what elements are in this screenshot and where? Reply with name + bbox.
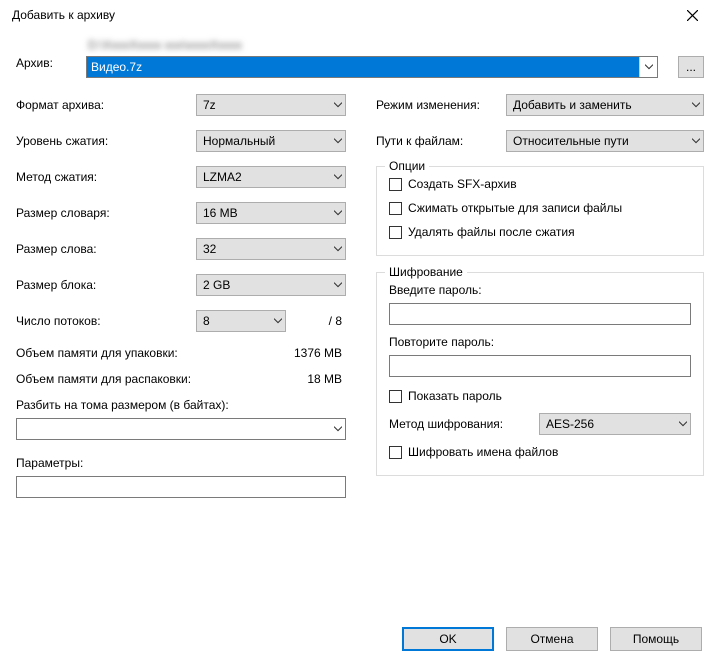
chevron-down-icon <box>692 102 700 108</box>
chevron-down-icon <box>334 282 342 288</box>
level-dropdown[interactable]: Нормальный <box>196 130 346 152</box>
chevron-down-icon <box>334 174 342 180</box>
close-button[interactable] <box>672 1 712 29</box>
shared-checkbox[interactable] <box>389 202 402 215</box>
chevron-down-icon <box>334 102 342 108</box>
paths-label: Пути к файлам: <box>376 134 506 148</box>
cancel-button[interactable]: Отмена <box>506 627 598 651</box>
options-legend: Опции <box>385 159 429 173</box>
sfx-label: Создать SFX-архив <box>408 177 517 191</box>
params-input[interactable] <box>16 476 346 498</box>
archive-filename-combo[interactable] <box>86 56 658 78</box>
close-icon <box>687 10 698 21</box>
word-label: Размер слова: <box>16 242 196 256</box>
params-label: Параметры: <box>16 456 346 470</box>
repassword-label: Повторите пароль: <box>389 335 691 349</box>
mem-unpack-label: Объем памяти для распаковки: <box>16 372 191 386</box>
repassword-input[interactable] <box>389 355 691 377</box>
method-dropdown[interactable]: LZMA2 <box>196 166 346 188</box>
password-input[interactable] <box>389 303 691 325</box>
showpass-checkbox[interactable] <box>389 390 402 403</box>
format-dropdown[interactable]: 7z <box>196 94 346 116</box>
word-dropdown[interactable]: 32 <box>196 238 346 260</box>
chevron-down-icon <box>334 210 342 216</box>
delete-checkbox[interactable] <box>389 226 402 239</box>
chevron-down-icon <box>334 138 342 144</box>
chevron-down-icon[interactable] <box>639 57 657 77</box>
method-label: Метод сжатия: <box>16 170 196 184</box>
encnames-label: Шифровать имена файлов <box>408 445 558 459</box>
encmethod-dropdown[interactable]: AES-256 <box>539 413 691 435</box>
encryption-group: Шифрование Введите пароль: Повторите пар… <box>376 272 704 476</box>
threads-dropdown[interactable]: 8 <box>196 310 286 332</box>
encryption-legend: Шифрование <box>385 265 467 279</box>
chevron-down-icon <box>334 246 342 252</box>
window-title: Добавить к архиву <box>12 8 115 22</box>
shared-label: Сжимать открытые для записи файлы <box>408 201 622 215</box>
archive-path: D:\XxxxXxxxx xxx\xxxxXxxxx <box>86 38 658 52</box>
options-group: Опции Создать SFX-архив Сжимать открытые… <box>376 166 704 256</box>
mem-unpack-value: 18 MB <box>307 372 342 386</box>
split-label: Разбить на тома размером (в байтах): <box>16 398 346 412</box>
titlebar: Добавить к архиву <box>0 0 720 30</box>
format-label: Формат архива: <box>16 98 196 112</box>
archive-label: Архив: <box>16 38 66 70</box>
help-button[interactable]: Помощь <box>610 627 702 651</box>
update-dropdown[interactable]: Добавить и заменить <box>506 94 704 116</box>
footer-buttons: OK Отмена Помощь <box>402 627 702 651</box>
encnames-checkbox[interactable] <box>389 446 402 459</box>
mem-pack-label: Объем памяти для упаковки: <box>16 346 178 360</box>
mem-pack-value: 1376 MB <box>294 346 342 360</box>
archive-filename-input[interactable] <box>87 57 639 77</box>
threads-max: / 8 <box>329 314 346 328</box>
chevron-down-icon[interactable] <box>334 426 342 432</box>
chevron-down-icon <box>679 421 687 427</box>
split-input[interactable] <box>16 418 346 440</box>
threads-label: Число потоков: <box>16 314 196 328</box>
encmethod-label: Метод шифрования: <box>389 417 539 431</box>
showpass-label: Показать пароль <box>408 389 502 403</box>
chevron-down-icon <box>274 318 282 324</box>
browse-button[interactable]: ... <box>678 56 704 78</box>
dict-dropdown[interactable]: 16 MB <box>196 202 346 224</box>
chevron-down-icon <box>692 138 700 144</box>
ok-button[interactable]: OK <box>402 627 494 651</box>
dict-label: Размер словаря: <box>16 206 196 220</box>
block-dropdown[interactable]: 2 GB <box>196 274 346 296</box>
password-label: Введите пароль: <box>389 283 691 297</box>
sfx-checkbox[interactable] <box>389 178 402 191</box>
level-label: Уровень сжатия: <box>16 134 196 148</box>
block-label: Размер блока: <box>16 278 196 292</box>
delete-label: Удалять файлы после сжатия <box>408 225 575 239</box>
update-label: Режим изменения: <box>376 98 506 112</box>
paths-dropdown[interactable]: Относительные пути <box>506 130 704 152</box>
